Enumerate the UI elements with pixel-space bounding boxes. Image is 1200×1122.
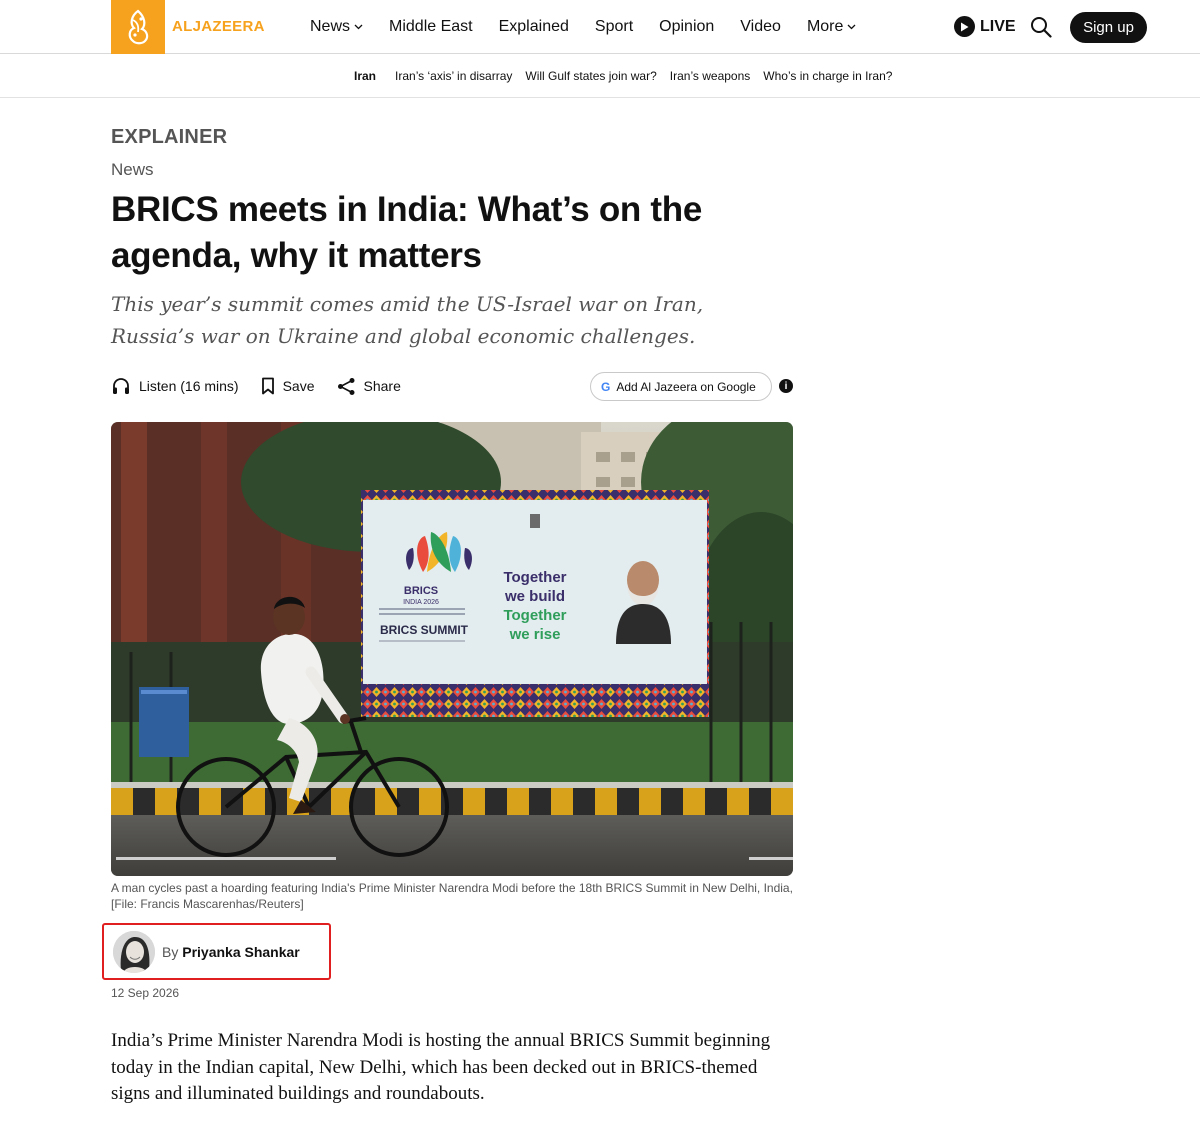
add-on-google-button[interactable]: G Add Al Jazeera on Google	[590, 372, 772, 401]
sign-sub: INDIA 2026	[403, 599, 439, 606]
sign-slogan-line: we build	[504, 588, 565, 605]
nav-label: Opinion	[659, 18, 715, 35]
bookmark-icon	[261, 377, 274, 395]
article-body-paragraph: India’s Prime Minister Narendra Modi is …	[111, 1030, 771, 1104]
article-headline: BRICS meets in India: What’s on the agen…	[111, 190, 703, 275]
sign-slogan-line: we rise	[509, 626, 561, 643]
nav-label: Middle East	[389, 18, 473, 35]
save-label: Save	[282, 378, 315, 394]
headphones-icon	[113, 378, 129, 394]
nav-item-more[interactable]: More	[807, 18, 856, 36]
info-icon[interactable]: i	[779, 379, 793, 393]
google-g-icon: G	[601, 379, 611, 394]
nav-label: Video	[740, 18, 781, 35]
avatar-portrait-icon	[113, 931, 155, 973]
topic-nav: Iran Iran’s ‘axis’ in disarray Will Gulf…	[354, 54, 905, 98]
nav-label: News	[310, 18, 351, 35]
sign-slogan-line: Together	[503, 569, 566, 586]
hero-caption: A man cycles past a hoarding featuring I…	[111, 881, 793, 911]
article-section-link[interactable]: News	[111, 160, 154, 180]
sign-slogan-line: Together	[503, 607, 566, 624]
nav-item-sport[interactable]: Sport	[595, 18, 633, 36]
share-icon	[337, 377, 355, 395]
topic-link[interactable]: Iran’s ‘axis’ in disarray	[395, 69, 512, 83]
byline-prefix: By	[162, 944, 179, 960]
nav-item-explained[interactable]: Explained	[499, 18, 569, 36]
site-header: ALJAZEERA News Middle East Explained Spo…	[0, 0, 1200, 54]
nav-label: Sport	[594, 18, 634, 35]
search-icon[interactable]	[1030, 16, 1052, 38]
chevron-down-icon	[847, 24, 856, 30]
main-nav: News Middle East Explained Sport Opinion…	[310, 0, 882, 54]
live-label: LIVE	[980, 17, 1016, 35]
nav-label: More	[806, 18, 844, 35]
brand-wordmark[interactable]: ALJAZEERA	[172, 18, 265, 35]
share-button[interactable]: Share	[337, 377, 401, 396]
publish-date: 12 Sep 2026	[111, 986, 180, 1000]
share-label: Share	[363, 378, 401, 394]
topic-bar: Iran Iran’s ‘axis’ in disarray Will Gulf…	[0, 54, 1200, 98]
topic-link[interactable]: Iran’s weapons	[670, 69, 751, 83]
hero-image: BRICS INDIA 2026 BRICS SUMMIT Together w…	[111, 422, 793, 876]
nav-item-opinion[interactable]: Opinion	[659, 18, 714, 36]
byline: By Priyanka Shankar	[162, 944, 300, 960]
article-standfirst: This year’s summit comes amid the US-Isr…	[111, 292, 704, 348]
nav-item-news[interactable]: News	[310, 18, 363, 36]
nav-label: Explained	[498, 18, 569, 35]
live-button[interactable]: LIVE	[954, 16, 1016, 37]
listen-button[interactable]: Listen (16 mins)	[111, 377, 239, 395]
author-avatar[interactable]	[113, 931, 155, 973]
sign-summit: BRICS SUMMIT	[380, 623, 469, 637]
topic-label[interactable]: Iran	[354, 69, 376, 83]
topic-link[interactable]: Who’s in charge in Iran?	[763, 69, 892, 83]
calligraphy-mark-icon	[128, 9, 149, 45]
chevron-down-icon	[354, 24, 363, 30]
aljazeera-logo-icon[interactable]	[111, 0, 165, 54]
nav-item-video[interactable]: Video	[740, 18, 781, 36]
listen-label: Listen (16 mins)	[139, 378, 239, 394]
add-on-google-label: Add Al Jazeera on Google	[616, 379, 756, 394]
article-actions: Listen (16 mins) Save Share	[111, 375, 423, 397]
save-button[interactable]: Save	[261, 377, 315, 395]
play-icon	[954, 16, 975, 37]
article-kicker: EXPLAINER	[111, 126, 228, 148]
topic-link[interactable]: Will Gulf states join war?	[525, 69, 656, 83]
signup-button[interactable]: Sign up	[1070, 12, 1147, 43]
nav-item-middle-east[interactable]: Middle East	[389, 18, 473, 36]
hero-photo-illustration: BRICS INDIA 2026 BRICS SUMMIT Together w…	[111, 422, 793, 876]
sign-brand: BRICS	[404, 585, 438, 597]
author-link[interactable]: Priyanka Shankar	[182, 944, 300, 960]
